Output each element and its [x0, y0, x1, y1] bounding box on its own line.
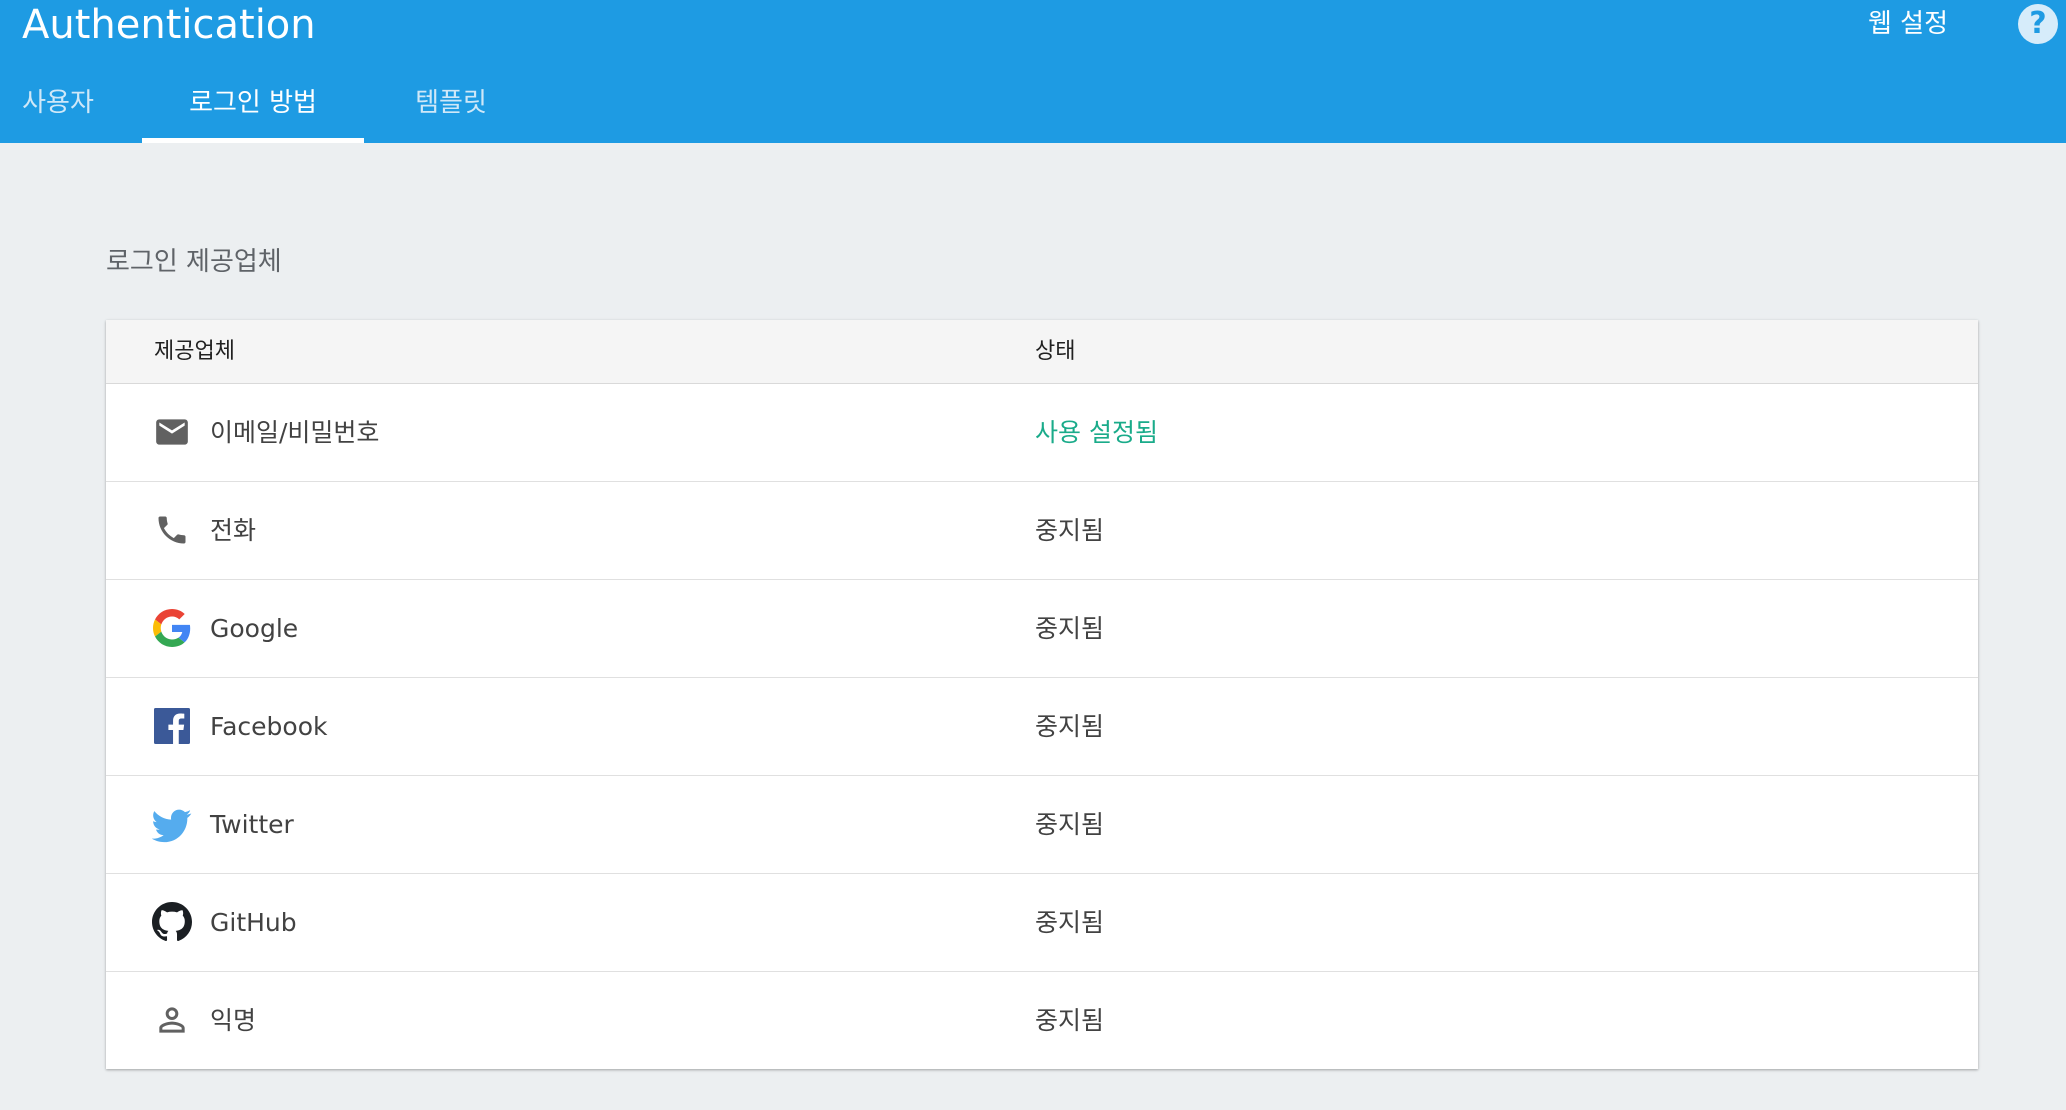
provider-status: 중지됨	[1035, 614, 1105, 643]
provider-row-phone[interactable]: 전화 중지됨	[106, 482, 1978, 580]
email-icon	[152, 412, 192, 452]
web-setup-button[interactable]: 웹 설정	[1868, 4, 1948, 44]
provider-status: 중지됨	[1035, 810, 1105, 839]
provider-row-google[interactable]: Google 중지됨	[106, 580, 1978, 678]
tab-templates[interactable]: 템플릿	[412, 72, 490, 143]
provider-status: 중지됨	[1035, 908, 1105, 937]
table-header: 제공업체 상태	[106, 320, 1978, 384]
provider-row-anonymous[interactable]: 익명 중지됨	[106, 972, 1978, 1069]
provider-name: 익명	[210, 1006, 257, 1035]
provider-name: Google	[210, 614, 299, 643]
provider-name: 이메일/비밀번호	[210, 418, 380, 447]
twitter-icon	[152, 804, 192, 844]
provider-status: 중지됨	[1035, 516, 1105, 545]
provider-row-github[interactable]: GitHub 중지됨	[106, 874, 1978, 972]
provider-name: Facebook	[210, 712, 328, 741]
provider-status: 사용 설정됨	[1035, 418, 1158, 447]
column-header-provider: 제공업체	[154, 339, 235, 364]
provider-status: 중지됨	[1035, 712, 1105, 741]
tab-users[interactable]: 사용자	[22, 72, 94, 143]
github-icon	[152, 902, 192, 942]
provider-row-facebook[interactable]: Facebook 중지됨	[106, 678, 1978, 776]
anonymous-user-icon	[152, 1000, 192, 1040]
app-header: Authentication 웹 설정 ? 사용자 로그인 방법 템플릿	[0, 0, 2066, 143]
google-icon	[152, 608, 192, 648]
provider-name: GitHub	[210, 908, 297, 937]
provider-row-twitter[interactable]: Twitter 중지됨	[106, 776, 1978, 874]
provider-name: 전화	[210, 516, 257, 545]
provider-row-email[interactable]: 이메일/비밀번호 사용 설정됨	[106, 384, 1978, 482]
app-title: Authentication	[22, 2, 316, 48]
facebook-icon	[152, 706, 192, 746]
tab-sign-in-method-label: 로그인 방법	[189, 88, 317, 118]
help-button[interactable]: ?	[2018, 4, 2058, 44]
tab-templates-label: 템플릿	[415, 88, 487, 118]
column-header-status: 상태	[1035, 339, 1076, 364]
tab-users-label: 사용자	[22, 88, 94, 118]
tab-sign-in-method[interactable]: 로그인 방법	[142, 72, 364, 143]
provider-name: Twitter	[210, 810, 294, 839]
providers-table: 제공업체 상태 이메일/비밀번호 사용 설정됨 전화 중지됨 Google 중지…	[106, 320, 1978, 1069]
phone-icon	[152, 510, 192, 550]
help-icon: ?	[2029, 6, 2047, 41]
section-title: 로그인 제공업체	[106, 247, 282, 277]
provider-status: 중지됨	[1035, 1006, 1105, 1035]
